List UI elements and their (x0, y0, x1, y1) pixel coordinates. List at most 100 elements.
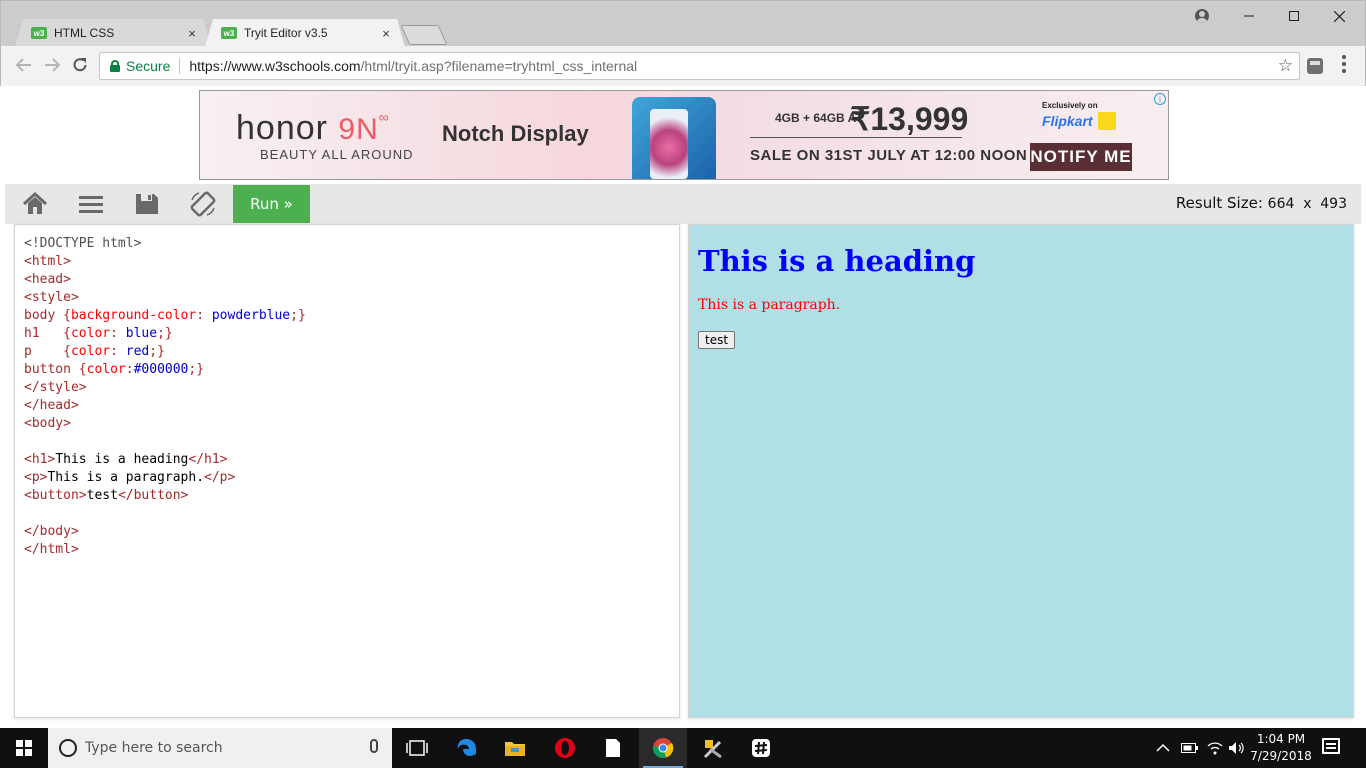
result-frame: This is a heading This is a paragraph. t… (688, 224, 1354, 718)
code-line: body {background-color: powderblue;} (24, 308, 306, 323)
clock-date: 7/29/2018 (1250, 749, 1312, 763)
code-line: </head> (24, 397, 670, 415)
code-token: button (24, 362, 71, 377)
battery-icon[interactable] (1181, 728, 1199, 768)
code-token: </p> (204, 470, 236, 485)
action-center-icon[interactable] (1322, 738, 1340, 754)
back-button[interactable] (13, 54, 35, 76)
url-path: /html/tryit.asp?filename=tryhtml_css_int… (360, 58, 638, 74)
result-width: 664 (1267, 196, 1295, 212)
show-hidden-icons-icon[interactable] (1156, 728, 1170, 768)
slack-icon[interactable] (737, 728, 785, 768)
system-clock[interactable]: 1:04 PM 7/29/2018 (1248, 731, 1314, 765)
address-bar[interactable]: Secure https://www.w3schools.com/html/tr… (99, 52, 1300, 80)
code-token: background-color (70, 308, 197, 323)
tab-close-icon[interactable]: × (379, 26, 393, 41)
code-token: </h1> (188, 452, 228, 467)
code-token: This is a paragraph. (47, 470, 205, 485)
extension-icon[interactable] (1307, 58, 1323, 74)
code-token: p (24, 344, 32, 359)
notify-me-button[interactable]: NOTIFY ME (1030, 143, 1132, 171)
code-line: <!DOCTYPE html> (24, 235, 670, 253)
code-token: test (86, 488, 118, 503)
maximize-icon (1289, 11, 1299, 21)
code-token: <body> (24, 416, 71, 431)
reload-button[interactable] (69, 54, 91, 76)
menu-icon[interactable] (77, 190, 105, 218)
code-line: <style> (24, 289, 670, 307)
wifi-icon[interactable] (1206, 728, 1224, 768)
ad-exclusive-label: Exclusively on (1042, 101, 1098, 110)
ad-partner-logo: Flipkart (1042, 113, 1093, 129)
code-editor[interactable]: <!DOCTYPE html> <html> <head> <style> bo… (14, 224, 680, 718)
tab-html-css[interactable]: w3 HTML CSS × (15, 19, 211, 47)
result-test-button[interactable]: test (698, 331, 736, 349)
ad-brand-name: honor (236, 109, 328, 147)
advertisement-banner[interactable]: honor 9N∞ BEAUTY ALL AROUND Notch Displa… (199, 90, 1169, 180)
code-token: <style> (24, 290, 79, 305)
code-token: </body> (24, 524, 79, 539)
code-token: <html> (24, 254, 71, 269)
code-token: red (125, 344, 150, 359)
maximize-button[interactable] (1271, 5, 1317, 27)
chrome-icon[interactable] (639, 728, 687, 768)
bookmark-star-icon[interactable]: ☆ (1278, 56, 1293, 76)
run-button[interactable]: Run » (233, 185, 310, 223)
page-content: honor 9N∞ BEAUTY ALL AROUND Notch Displa… (5, 86, 1361, 728)
ad-model-suffix: ∞ (378, 109, 390, 125)
code-line: <p>This is a paragraph.</p> (24, 469, 670, 487)
forward-arrow-icon (45, 58, 60, 72)
opera-icon[interactable] (541, 728, 589, 768)
code-token: </button> (117, 488, 189, 503)
volume-icon[interactable] (1228, 728, 1246, 768)
w3schools-favicon-icon: w3 (31, 27, 47, 39)
edge-icon[interactable] (443, 728, 491, 768)
start-button[interactable] (0, 728, 48, 768)
code-token: #000000 (133, 362, 189, 377)
code-token: This is a heading (55, 452, 189, 467)
code-line: h1 {color: blue;} (24, 326, 173, 341)
ad-info-icon[interactable]: i (1154, 93, 1166, 105)
browser-title-bar: w3 HTML CSS × w3 Tryit Editor v3.5 × (0, 0, 1366, 46)
code-token: </head> (24, 398, 79, 413)
code-token: <button> (24, 488, 87, 503)
taskbar-search[interactable]: Type here to search (48, 728, 392, 768)
cortana-icon (59, 739, 77, 757)
w3schools-favicon-icon: w3 (221, 27, 237, 39)
profile-icon[interactable] (1195, 9, 1209, 23)
code-token: color (70, 344, 111, 359)
result-heading: This is a heading (698, 244, 976, 278)
forward-button[interactable] (41, 54, 63, 76)
code-token: <head> (24, 272, 71, 287)
home-icon[interactable] (21, 190, 49, 218)
code-token: <!DOCTYPE html> (24, 236, 142, 251)
tab-title: Tryit Editor v3.5 (244, 26, 328, 40)
code-line: </style> (24, 379, 670, 397)
browser-toolbar: Secure https://www.w3schools.com/html/tr… (0, 46, 1366, 86)
new-tab-button[interactable] (400, 25, 448, 45)
tools-icon[interactable] (689, 728, 737, 768)
close-window-button[interactable] (1316, 5, 1362, 27)
ad-price: ₹13,999 (850, 101, 969, 137)
code-token: <h1> (24, 452, 56, 467)
browser-menu-icon[interactable] (1341, 55, 1347, 73)
tab-close-icon[interactable]: × (185, 26, 199, 41)
tab-title: HTML CSS (54, 26, 115, 40)
minimize-button[interactable] (1226, 5, 1272, 27)
result-size-label: Result Size: (1175, 194, 1263, 212)
tab-tryit-editor[interactable]: w3 Tryit Editor v3.5 × (205, 19, 405, 47)
file-explorer-icon[interactable] (491, 728, 539, 768)
ad-tagline: BEAUTY ALL AROUND (260, 147, 414, 162)
task-view-icon[interactable] (393, 728, 441, 768)
save-icon[interactable] (133, 190, 161, 218)
file-icon[interactable] (589, 728, 637, 768)
reload-icon (73, 58, 87, 72)
close-icon (1333, 10, 1345, 22)
rotate-layout-icon[interactable] (189, 190, 217, 218)
minimize-icon (1244, 15, 1254, 17)
code-token: blue (125, 326, 158, 341)
result-size: Result Size: 664 x 493 (1176, 194, 1347, 212)
ad-brand: honor 9N∞ (236, 109, 390, 148)
microphone-icon[interactable] (370, 739, 378, 753)
